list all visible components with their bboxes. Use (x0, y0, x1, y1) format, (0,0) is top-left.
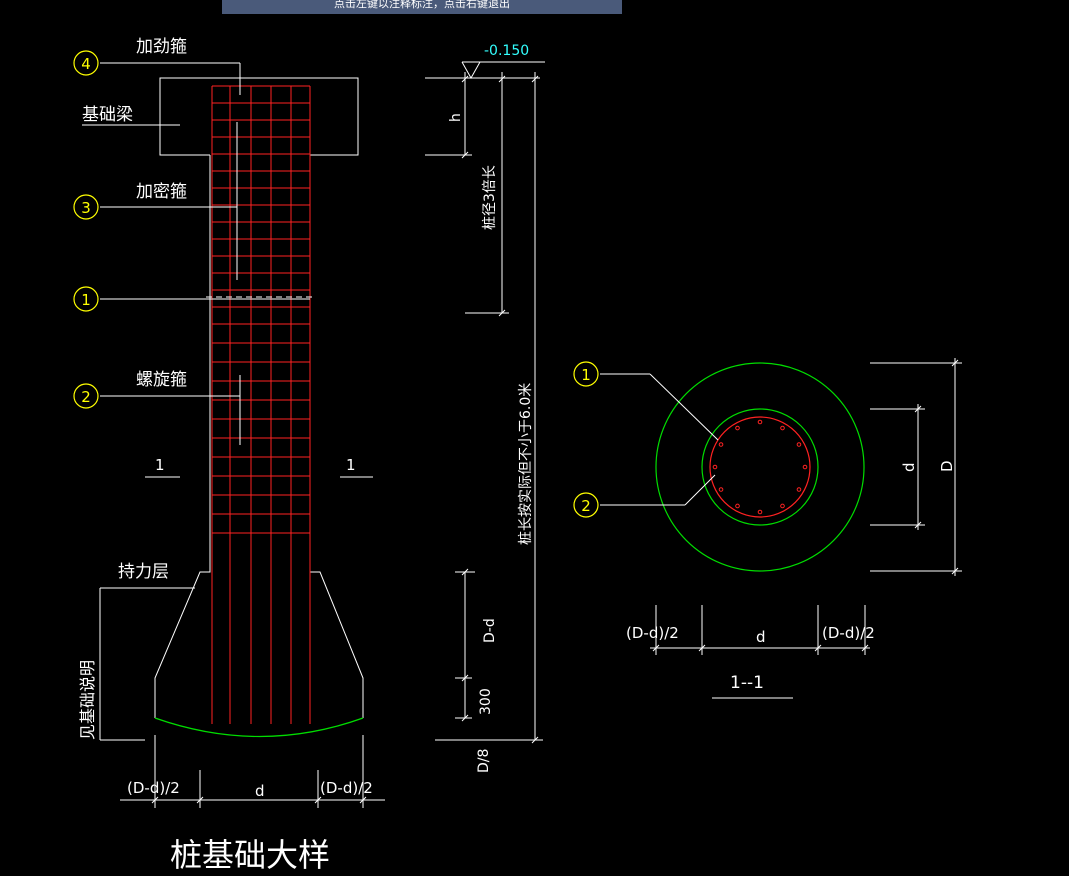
section-bar (757, 509, 763, 515)
callout-leaders (82, 62, 373, 741)
section-bar (735, 503, 740, 509)
section-dim-D-vertical: D (938, 460, 956, 472)
drawing-title: 桩基础大样 (170, 836, 330, 874)
rebar-cage (211, 85, 311, 724)
dim-pile-length: 桩长按实际但不小于6.0米 (517, 383, 534, 545)
dim-D-minus-d: D-d (482, 618, 498, 643)
section-mark-left: 1 (155, 456, 165, 474)
section-bar (712, 464, 718, 470)
section-bar (780, 503, 785, 509)
section-bar (718, 442, 724, 447)
cad-drawing-canvas[interactable]: 4 3 1 2 1 2 -0.150 加劲箍 基础梁 加密箍 螺旋箍 持力层 见… (0, 0, 1069, 876)
section-bar (802, 464, 808, 470)
label-stiffener: 加劲箍 (136, 37, 187, 57)
callout-2-number: 2 (81, 388, 91, 406)
label-bearing-layer: 持力层 (118, 562, 169, 582)
bottom-dimensions (120, 735, 385, 808)
section-dim-half-left: (D-d)/2 (626, 624, 679, 642)
section-dim-d: d (756, 628, 766, 646)
section-dim-d-vertical: d (900, 462, 918, 472)
elevation-marker (425, 61, 545, 80)
section-longitudinal-bars (712, 419, 808, 515)
label-foundation-beam: 基础梁 (82, 105, 133, 125)
callout-1-number: 1 (81, 291, 91, 309)
label-dense-stirrup: 加密箍 (136, 182, 187, 202)
callout-3-number: 3 (81, 199, 91, 217)
dim-300: 300 (478, 688, 494, 715)
dim-D-over-8: D/8 (476, 749, 492, 773)
elevation-value: -0.150 (484, 43, 529, 59)
dim-d-bottom: d (255, 782, 265, 800)
dim-half-diff-left: (D-d)/2 (127, 779, 180, 797)
dim-h: h (448, 113, 464, 122)
section-title: 1--1 (730, 673, 764, 693)
section-bar (796, 487, 802, 492)
section-callout-1-number: 1 (581, 366, 591, 384)
pile-bottom-arc (154, 717, 364, 738)
label-see-notes: 见基础说明 (78, 660, 97, 740)
section-view (655, 362, 865, 572)
dim-three-d: 桩径3倍长 (481, 165, 498, 230)
section-mark-right: 1 (346, 456, 356, 474)
section-bar (735, 425, 740, 431)
pile-outline (154, 77, 364, 718)
section-callout-2-number: 2 (581, 497, 591, 515)
dim-half-diff-right: (D-d)/2 (320, 779, 373, 797)
section-dimensions (600, 358, 962, 699)
stirrup-ticks (206, 80, 315, 445)
label-spiral-stirrup: 螺旋箍 (136, 370, 187, 390)
section-bar (718, 487, 724, 492)
callout-4-number: 4 (81, 55, 91, 73)
section-bar (780, 425, 785, 431)
section-dim-half-right: (D-d)/2 (822, 624, 875, 642)
section-bar (757, 419, 763, 425)
section-bar (796, 442, 802, 447)
